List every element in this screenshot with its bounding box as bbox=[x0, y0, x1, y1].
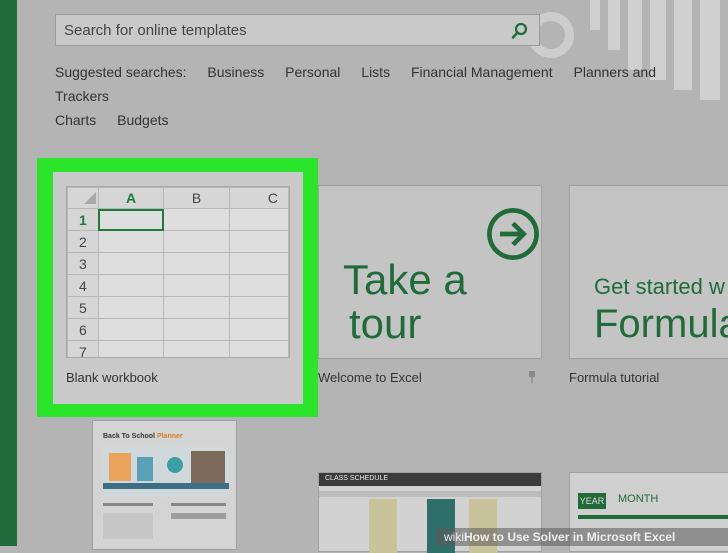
column-header: C bbox=[228, 187, 289, 209]
calendar-year-badge: YEAR bbox=[578, 493, 606, 509]
class-schedule-header: CLASS SCHEDULE bbox=[319, 473, 541, 486]
suggested-searches-label: Suggested searches: bbox=[55, 64, 187, 80]
suggested-link[interactable]: Lists bbox=[361, 64, 390, 80]
welcome-tour-label[interactable]: Welcome to Excel bbox=[318, 370, 422, 385]
suggested-searches: Suggested searches: Business Personal Li… bbox=[55, 60, 715, 132]
watermark-title: How to Use Solver in Microsoft Excel bbox=[464, 530, 676, 544]
formula-tutorial-label[interactable]: Formula tutorial bbox=[569, 370, 659, 385]
arrow-right-circle-icon bbox=[487, 208, 539, 260]
tour-heading: Take a tour bbox=[343, 258, 467, 346]
suggested-link[interactable]: Financial Management bbox=[411, 64, 553, 80]
formula-heading-line1: Get started w bbox=[594, 274, 725, 299]
row-header: 1 bbox=[67, 208, 99, 231]
welcome-tour-tile[interactable]: Take a tour bbox=[318, 185, 542, 359]
suggested-link[interactable]: Charts bbox=[55, 112, 96, 128]
active-cell bbox=[97, 208, 165, 231]
blank-workbook-label[interactable]: Blank workbook bbox=[66, 370, 158, 385]
select-all-corner bbox=[67, 187, 99, 209]
column-header: B bbox=[163, 187, 230, 209]
row-header: 5 bbox=[67, 296, 99, 319]
left-accent-bar bbox=[0, 0, 17, 546]
tour-heading-line1: Take a bbox=[343, 256, 467, 303]
blank-workbook-preview[interactable]: A B C 1 2 3 4 5 6 7 bbox=[66, 186, 290, 358]
row-header: 7 bbox=[67, 340, 99, 357]
search-icon[interactable] bbox=[511, 22, 529, 40]
tour-heading-line2: tour bbox=[349, 300, 422, 347]
watermark-brand: wiki bbox=[444, 530, 464, 544]
row-header: 6 bbox=[67, 318, 99, 341]
desk-illustration bbox=[103, 447, 229, 497]
suggested-link[interactable]: Business bbox=[207, 64, 264, 80]
row-header: 4 bbox=[67, 274, 99, 297]
row-header: 2 bbox=[67, 230, 99, 253]
row-header: 3 bbox=[67, 252, 99, 275]
back-to-school-planner-tile[interactable]: Back To School Planner bbox=[92, 420, 237, 550]
search-templates-box[interactable]: Search for online templates bbox=[55, 14, 540, 46]
pin-icon[interactable] bbox=[528, 371, 536, 383]
search-input[interactable]: Search for online templates bbox=[64, 22, 247, 39]
formula-heading-line2: Formula bbox=[594, 302, 728, 346]
formula-tutorial-tile[interactable]: Get started w Formula bbox=[569, 185, 728, 359]
column-header: A bbox=[97, 187, 165, 209]
wikihow-watermark: wikiHow to Use Solver in Microsoft Excel bbox=[436, 528, 728, 546]
suggested-link[interactable]: Budgets bbox=[117, 112, 168, 128]
school-planner-title: Back To School Planner bbox=[103, 433, 183, 440]
calendar-month-label: MONTH bbox=[618, 493, 659, 505]
suggested-link[interactable]: Personal bbox=[285, 64, 340, 80]
